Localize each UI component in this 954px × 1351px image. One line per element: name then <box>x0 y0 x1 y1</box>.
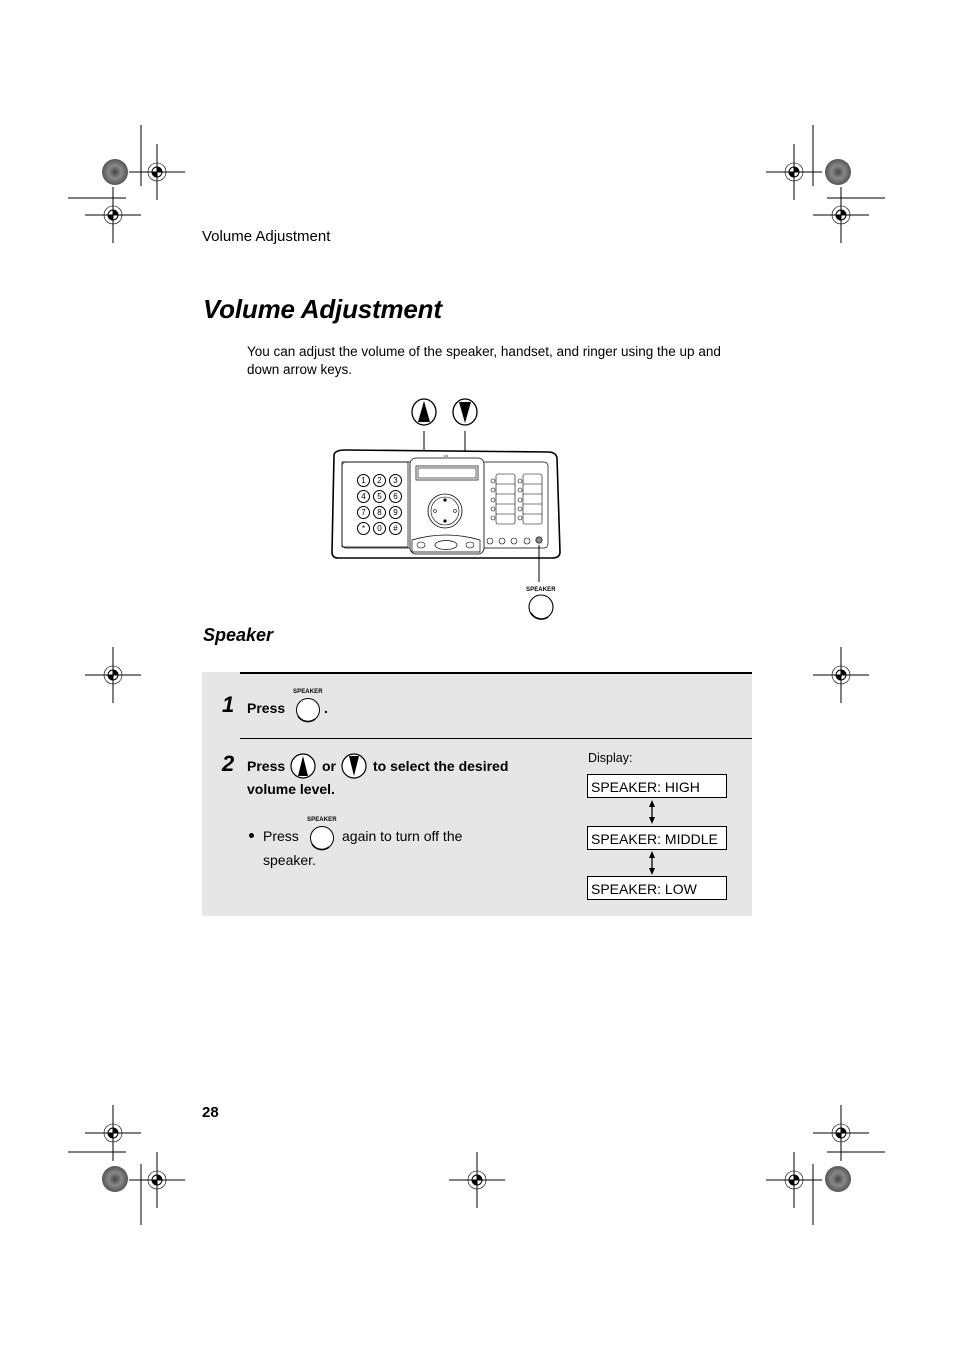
speaker-key-label: SPEAKER <box>307 817 337 823</box>
divider <box>240 738 752 739</box>
bullet-press-text: Press <box>263 828 299 844</box>
speaker-key-indicator-icon <box>535 536 543 544</box>
step-1-period: . <box>324 700 328 716</box>
speaker-key-icon <box>310 826 334 851</box>
speaker-key-icon <box>296 698 320 723</box>
speaker-key-label: SPEAKER <box>293 689 323 695</box>
keypad-key-icon: * <box>357 522 370 535</box>
keypad-key-icon: # <box>389 522 402 535</box>
speaker-key-icon <box>528 594 554 620</box>
display-label: Display: <box>588 751 633 765</box>
keypad-key-icon: 7 <box>357 506 370 519</box>
down-arrow-key-icon <box>452 398 478 426</box>
section-title: Speaker <box>203 625 274 645</box>
keypad-key-icon: 5 <box>373 490 386 503</box>
keypad-key-icon: 6 <box>389 490 402 503</box>
keypad-illustration: 1 2 3 4 5 6 7 8 9 * 0 # <box>357 474 403 535</box>
up-arrow-key-icon <box>290 753 316 779</box>
keypad-key-icon: 9 <box>389 506 402 519</box>
divider <box>240 672 752 674</box>
keypad-key-icon: 0 <box>373 522 386 535</box>
step-2-press-text: Press <box>247 758 286 774</box>
bullet-text-line2: speaker. <box>263 852 316 868</box>
double-arrow-icon <box>649 851 655 875</box>
speaker-key-label: SPEAKER <box>526 587 556 593</box>
bullet-icon <box>249 833 254 838</box>
keypad-key-icon: 4 <box>357 490 370 503</box>
step-number: 2 <box>222 751 235 776</box>
display-readout-high: SPEAKER: HIGH <box>587 774 727 798</box>
display-readout-low: SPEAKER: LOW <box>587 876 727 900</box>
double-arrow-icon <box>649 800 655 824</box>
keypad-key-icon: 8 <box>373 506 386 519</box>
display-readout-middle: SPEAKER: MIDDLE <box>587 826 727 850</box>
svg-text:•••: ••• <box>444 453 449 458</box>
up-arrow-key-icon <box>411 398 437 426</box>
keypad-key-icon: 3 <box>389 474 402 487</box>
bullet-text-line1: again to turn off the <box>342 828 463 844</box>
step-1-press-text: Press <box>247 700 286 716</box>
step-number: 1 <box>222 692 235 717</box>
step-2-instruction-line2: volume level. <box>247 781 335 797</box>
step-2-or-text: or <box>322 758 336 774</box>
keypad-key-icon: 1 <box>357 474 370 487</box>
keypad-key-icon: 2 <box>373 474 386 487</box>
page-number: 28 <box>202 1104 219 1121</box>
down-arrow-key-icon <box>341 753 367 779</box>
step-2-instruction-line1: to select the desired <box>373 758 509 774</box>
